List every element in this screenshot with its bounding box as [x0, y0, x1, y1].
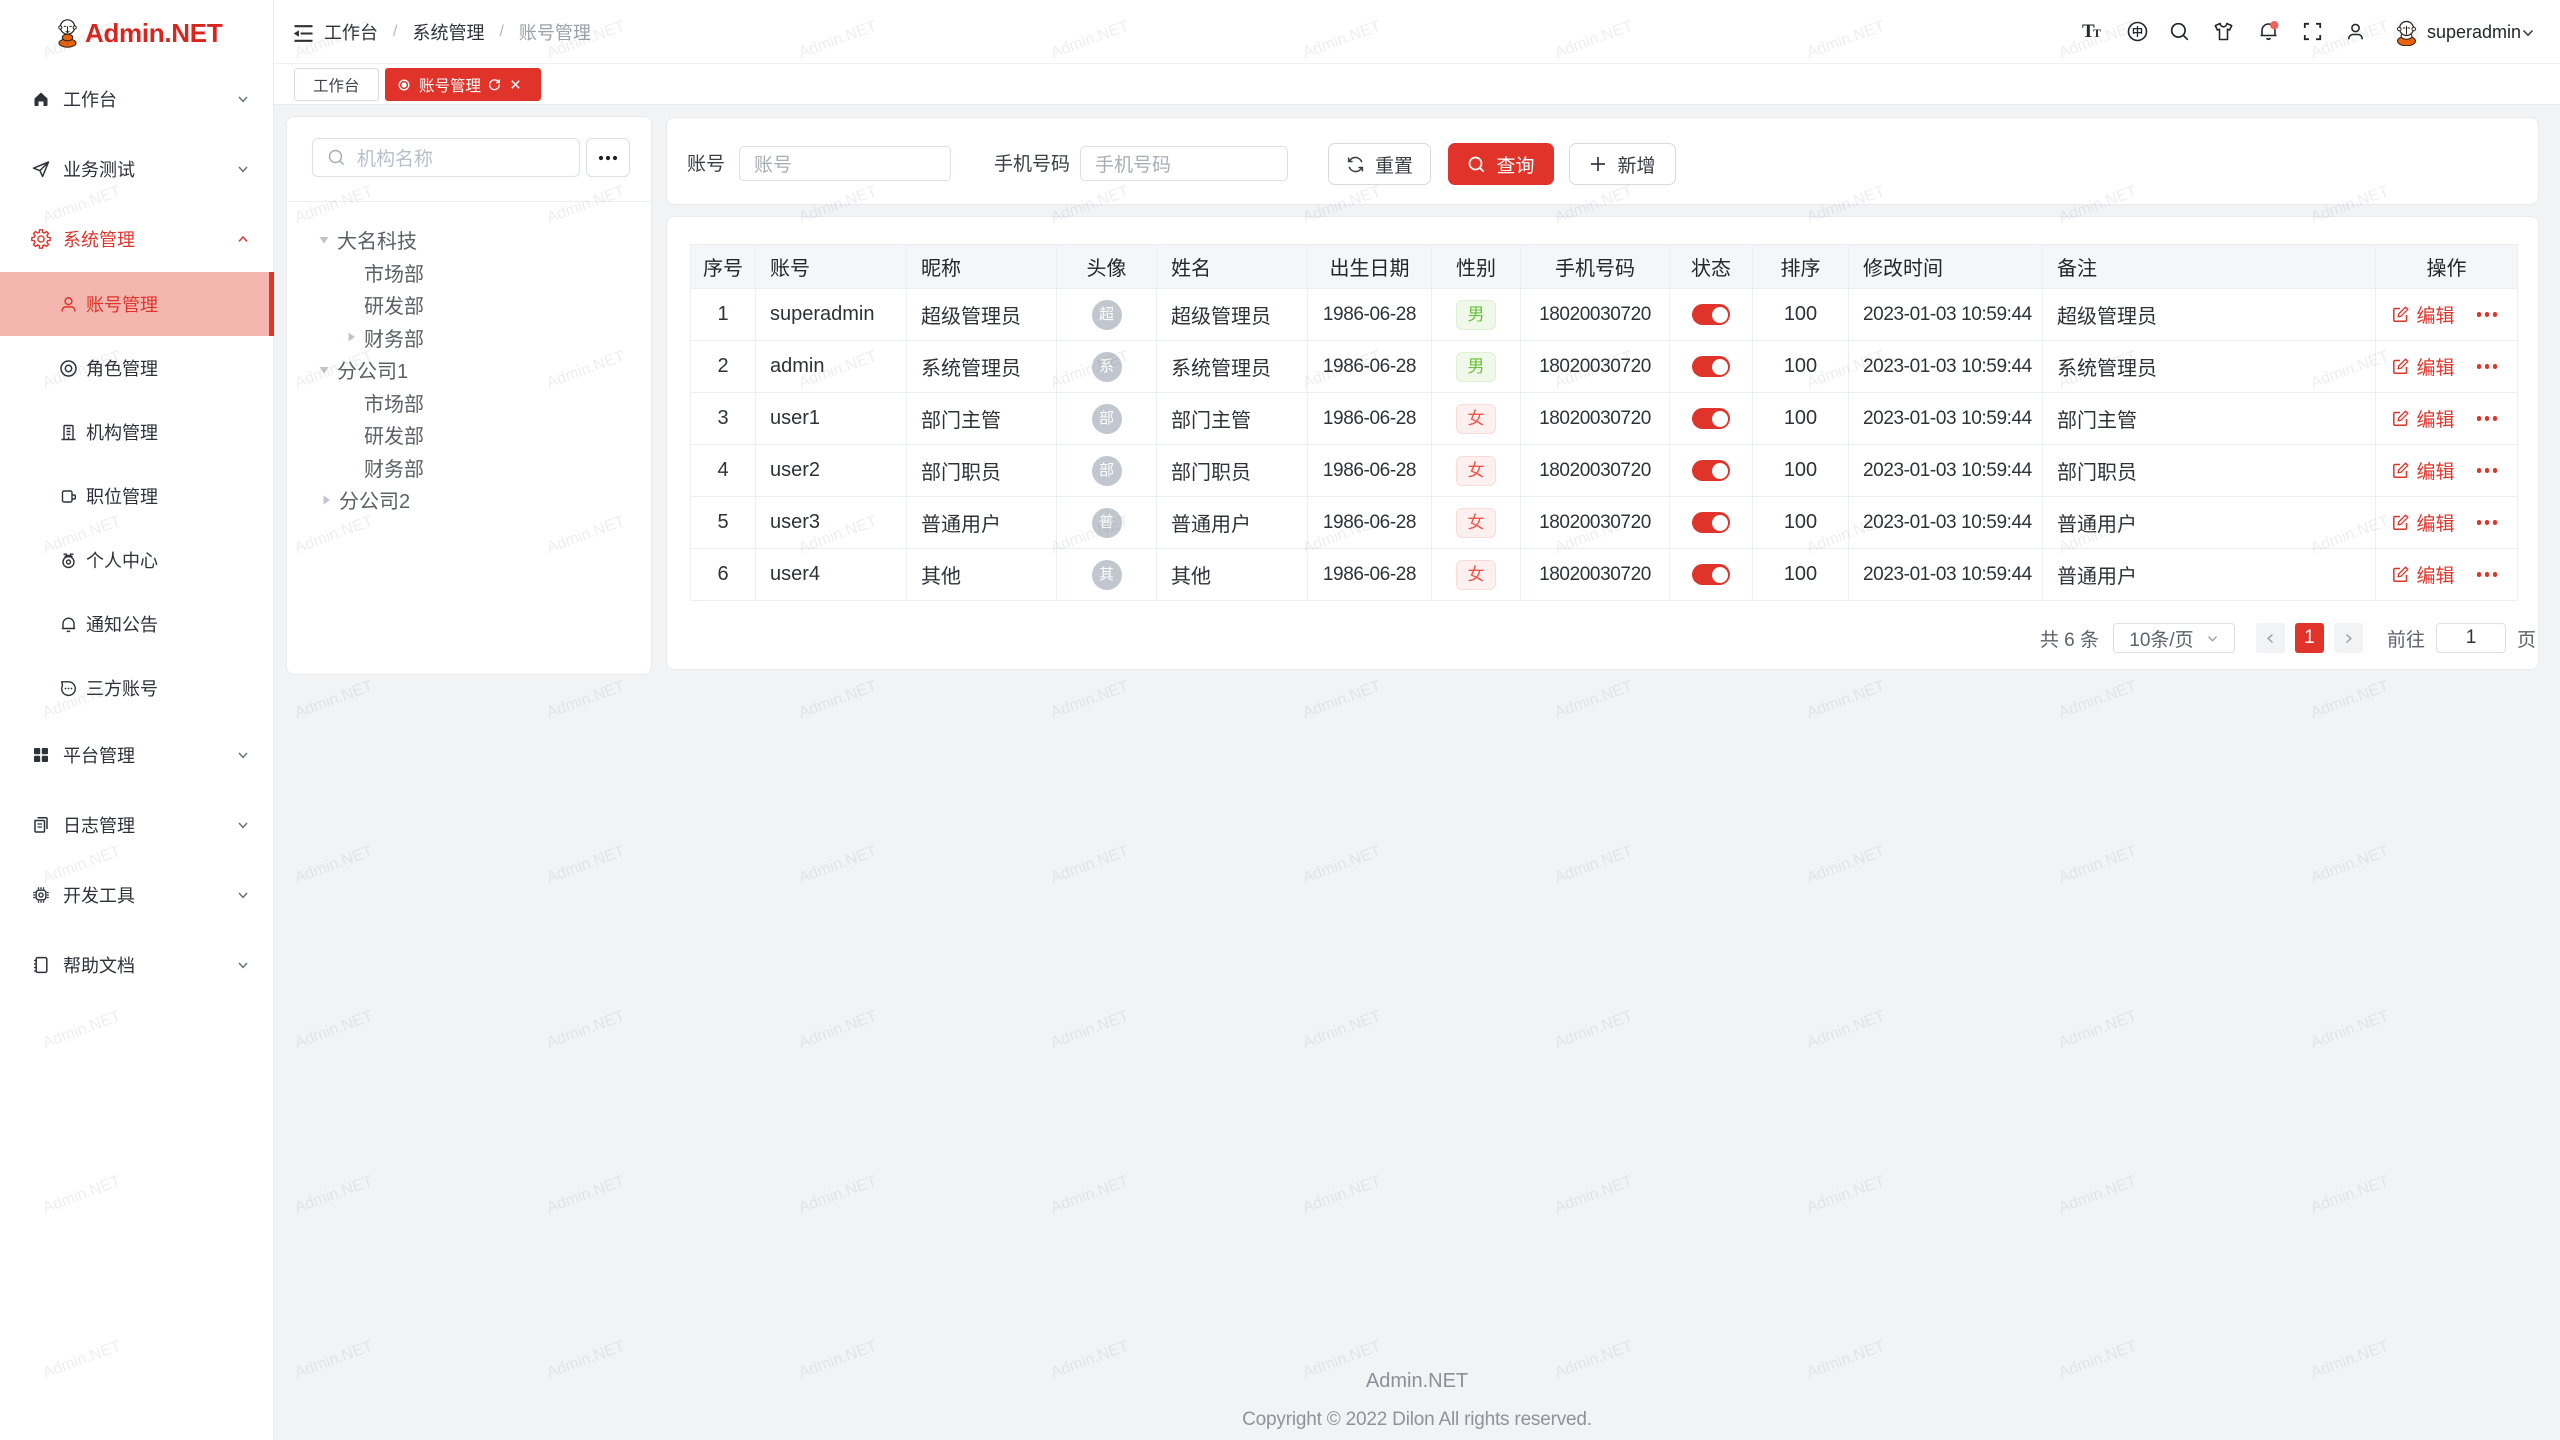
svg-text:中: 中 — [2132, 25, 2143, 39]
svg-text:T: T — [2093, 26, 2101, 40]
